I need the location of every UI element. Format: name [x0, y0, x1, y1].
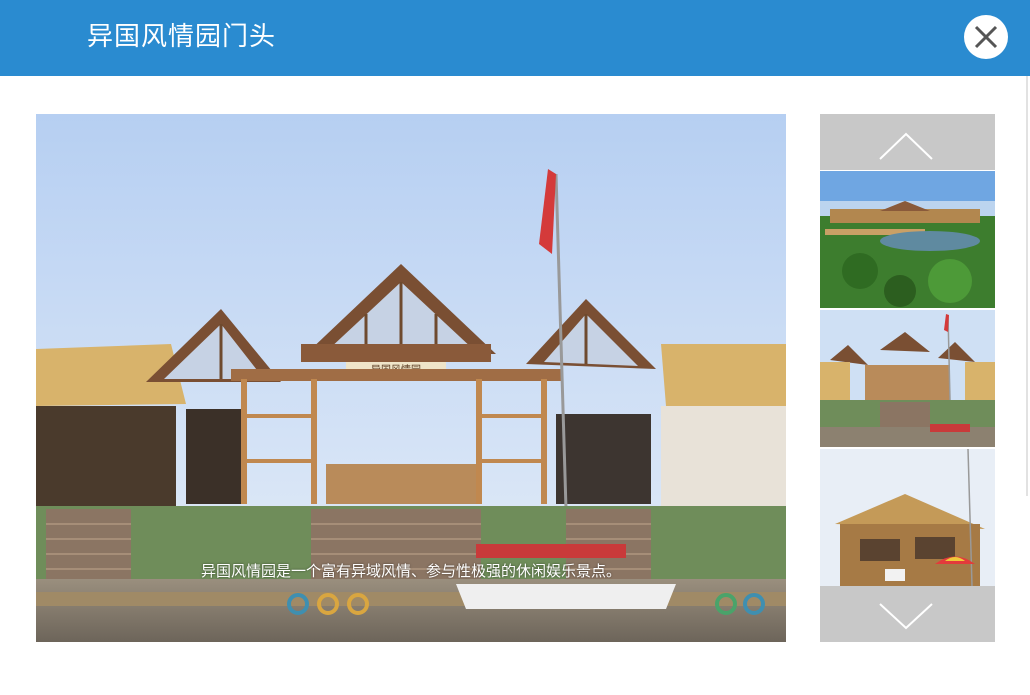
close-button[interactable] [964, 15, 1008, 59]
photo-caption: 异国风情园是一个富有异域风情、参与性极强的休闲娱乐景点。 [200, 562, 621, 580]
chevron-up-icon [879, 132, 933, 160]
dialog-title: 异国风情园门头 [87, 22, 277, 52]
thumbnail-down-button[interactable] [820, 586, 995, 642]
thumbnail-strip [820, 114, 995, 642]
dialog-edge [1026, 76, 1028, 496]
dialog-header: 异国风情园门头 [0, 0, 1030, 76]
exotic-park-gate-photo [820, 310, 995, 447]
thumbnail-item[interactable] [820, 449, 995, 586]
thumbnail-item[interactable] [820, 310, 995, 447]
close-icon [974, 25, 998, 49]
thumbnail-up-button[interactable] [820, 114, 995, 170]
lotus-pond-pavilion-photo [820, 171, 995, 308]
thumbnail-item[interactable] [820, 171, 995, 308]
chevron-down-icon [879, 603, 933, 630]
wooden-hut-umbrella-photo [820, 449, 995, 586]
main-photo-viewer[interactable]: 异国风情园是一个富有异域风情、参与性极强的休闲娱乐景点。 [36, 114, 786, 642]
